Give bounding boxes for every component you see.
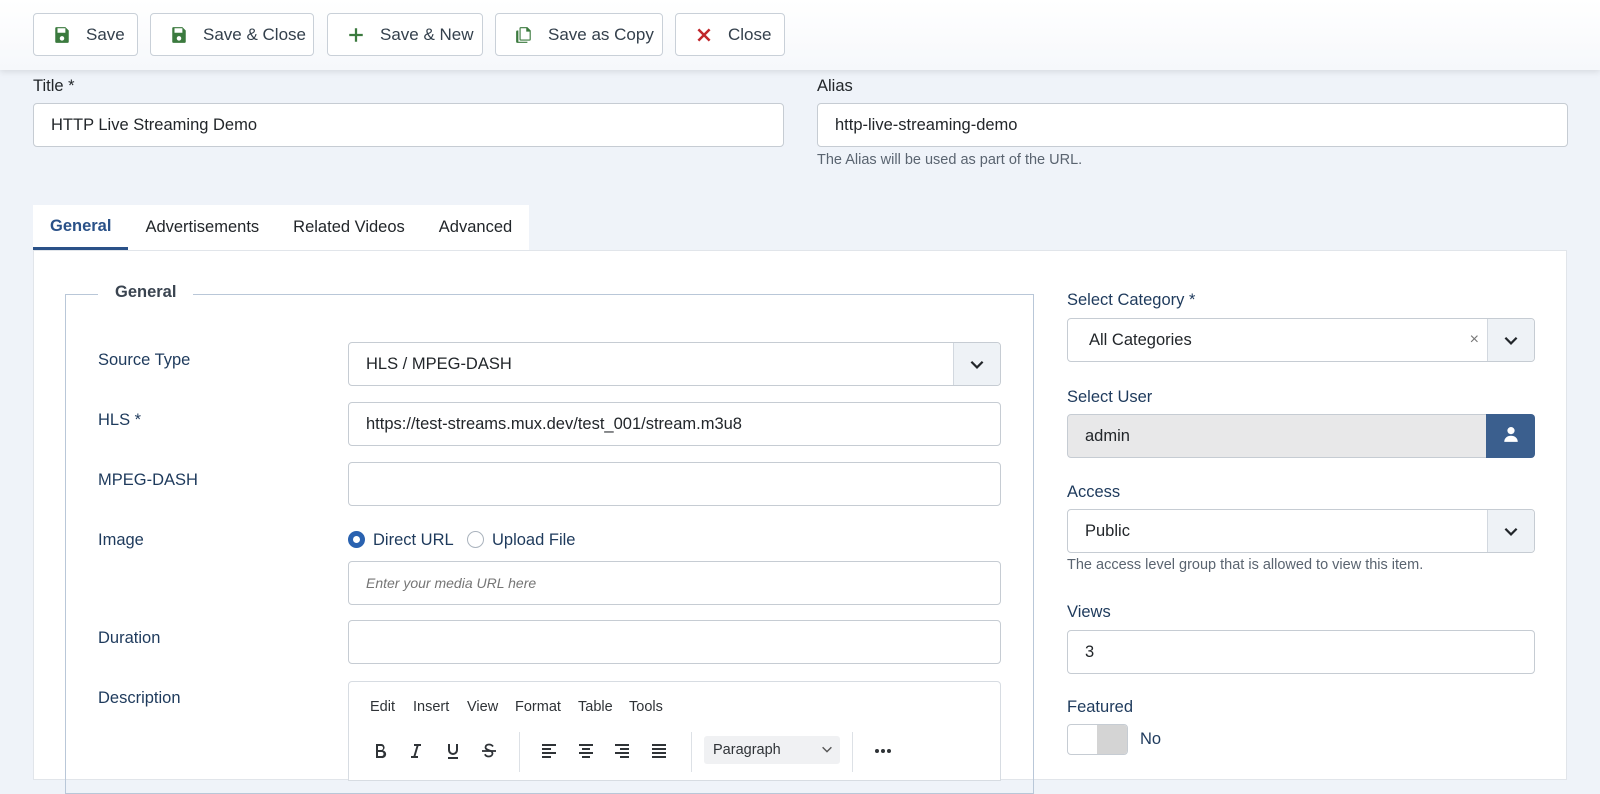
italic-icon[interactable] (402, 737, 430, 765)
save-close-button-label: Save & Close (203, 24, 306, 44)
tab-bar: General Advertisements Related Videos Ad… (33, 205, 530, 250)
copy-icon (514, 25, 534, 45)
align-right-icon[interactable] (608, 737, 636, 765)
save-close-button[interactable]: Save & Close (150, 13, 314, 56)
featured-toggle-knob (1097, 725, 1127, 754)
views-label: Views (1067, 603, 1111, 621)
close-button[interactable]: Close (675, 13, 785, 56)
upload-file-radio[interactable] (467, 531, 484, 548)
mpeg-dash-label: MPEG-DASH (98, 471, 198, 489)
chevron-down-icon (953, 343, 1000, 385)
toolbar: Save Save & Close Save & New Save as Cop… (0, 0, 1600, 70)
chevron-down-icon (1487, 510, 1534, 552)
save-button[interactable]: Save (33, 13, 138, 56)
category-value: All Categories (1089, 330, 1192, 349)
user-input: admin (1067, 414, 1487, 458)
source-type-label: Source Type (98, 351, 191, 369)
featured-label: Featured (1067, 698, 1134, 716)
user-label: Select User (1067, 388, 1153, 406)
featured-value: No (1140, 730, 1162, 748)
title-input[interactable]: HTTP Live Streaming Demo (33, 103, 784, 147)
save-new-button-label: Save & New (380, 24, 474, 44)
user-icon (1502, 425, 1520, 448)
duration-label: Duration (98, 629, 161, 647)
plus-icon (346, 25, 366, 45)
block-format-select[interactable]: Paragraph (704, 736, 840, 764)
access-value: Public (1085, 521, 1130, 540)
access-label: Access (1067, 483, 1121, 501)
close-icon (694, 25, 714, 45)
mpeg-dash-input[interactable] (348, 462, 1001, 506)
access-hint: The access level group that is allowed t… (1067, 557, 1424, 573)
save-as-copy-button-label: Save as Copy (548, 24, 654, 44)
views-value: 3 (1085, 642, 1095, 661)
alias-hint: The Alias will be used as part of the UR… (817, 152, 1083, 168)
tab-advertisements[interactable]: Advertisements (128, 205, 276, 250)
source-type-value: HLS / MPEG-DASH (366, 354, 512, 373)
editor-menu-edit[interactable]: Edit (370, 699, 395, 715)
general-legend: General (98, 283, 194, 302)
editor-menu-table[interactable]: Table (578, 699, 613, 715)
strikethrough-icon[interactable] (475, 737, 503, 765)
underline-icon[interactable] (439, 737, 467, 765)
align-center-icon[interactable] (572, 737, 600, 765)
category-select[interactable]: All Categories × (1067, 318, 1535, 362)
title-label: Title * (33, 77, 75, 95)
align-justify-icon[interactable] (645, 737, 673, 765)
floppy-disk-icon (52, 25, 72, 45)
image-label: Image (98, 531, 144, 549)
alias-label: Alias (817, 77, 853, 95)
category-label: Select Category * (1067, 291, 1196, 309)
editor-separator (691, 732, 692, 772)
source-type-select[interactable]: HLS / MPEG-DASH (348, 342, 1001, 386)
views-input[interactable]: 3 (1067, 630, 1535, 674)
alias-input[interactable]: http-live-streaming-demo (817, 103, 1568, 147)
hls-label: HLS * (98, 411, 142, 429)
align-left-icon[interactable] (535, 737, 563, 765)
hls-input[interactable]: https://test-streams.mux.dev/test_001/st… (348, 402, 1001, 446)
bold-icon[interactable] (366, 737, 394, 765)
editor-menu-tools[interactable]: Tools (629, 699, 663, 715)
duration-input[interactable] (348, 620, 1001, 664)
editor-menu-insert[interactable]: Insert (413, 699, 449, 715)
direct-url-radio-label[interactable]: Direct URL (373, 531, 454, 550)
tab-advanced[interactable]: Advanced (422, 205, 529, 250)
select-user-button[interactable] (1486, 414, 1535, 458)
block-format-value: Paragraph (713, 742, 781, 758)
editor-menu-format[interactable]: Format (515, 699, 561, 715)
hls-input-value: https://test-streams.mux.dev/test_001/st… (366, 414, 742, 433)
image-url-input[interactable] (348, 561, 1001, 605)
upload-file-radio-label[interactable]: Upload File (492, 531, 575, 550)
save-new-button[interactable]: Save & New (327, 13, 483, 56)
tab-general[interactable]: General (33, 205, 129, 250)
more-options-icon[interactable] (869, 737, 897, 765)
save-button-label: Save (86, 24, 125, 44)
tab-related-videos[interactable]: Related Videos (276, 205, 422, 250)
floppy-disk-icon (169, 25, 189, 45)
chevron-down-icon (820, 742, 834, 760)
clear-icon[interactable]: × (1470, 331, 1479, 349)
description-label: Description (98, 689, 181, 707)
description-editor: Edit Insert View Format Table Tools Para… (348, 681, 1001, 781)
editor-separator (852, 732, 853, 772)
title-input-value: HTTP Live Streaming Demo (51, 115, 258, 134)
save-as-copy-button[interactable]: Save as Copy (495, 13, 663, 56)
editor-menu-view[interactable]: View (467, 699, 498, 715)
direct-url-radio[interactable] (348, 531, 365, 548)
chevron-down-icon (1487, 319, 1534, 361)
user-value: admin (1085, 426, 1130, 445)
editor-separator (519, 732, 520, 772)
close-button-label: Close (728, 24, 772, 44)
featured-toggle[interactable] (1067, 724, 1128, 755)
access-select[interactable]: Public (1067, 509, 1535, 553)
alias-input-value: http-live-streaming-demo (835, 115, 1018, 134)
